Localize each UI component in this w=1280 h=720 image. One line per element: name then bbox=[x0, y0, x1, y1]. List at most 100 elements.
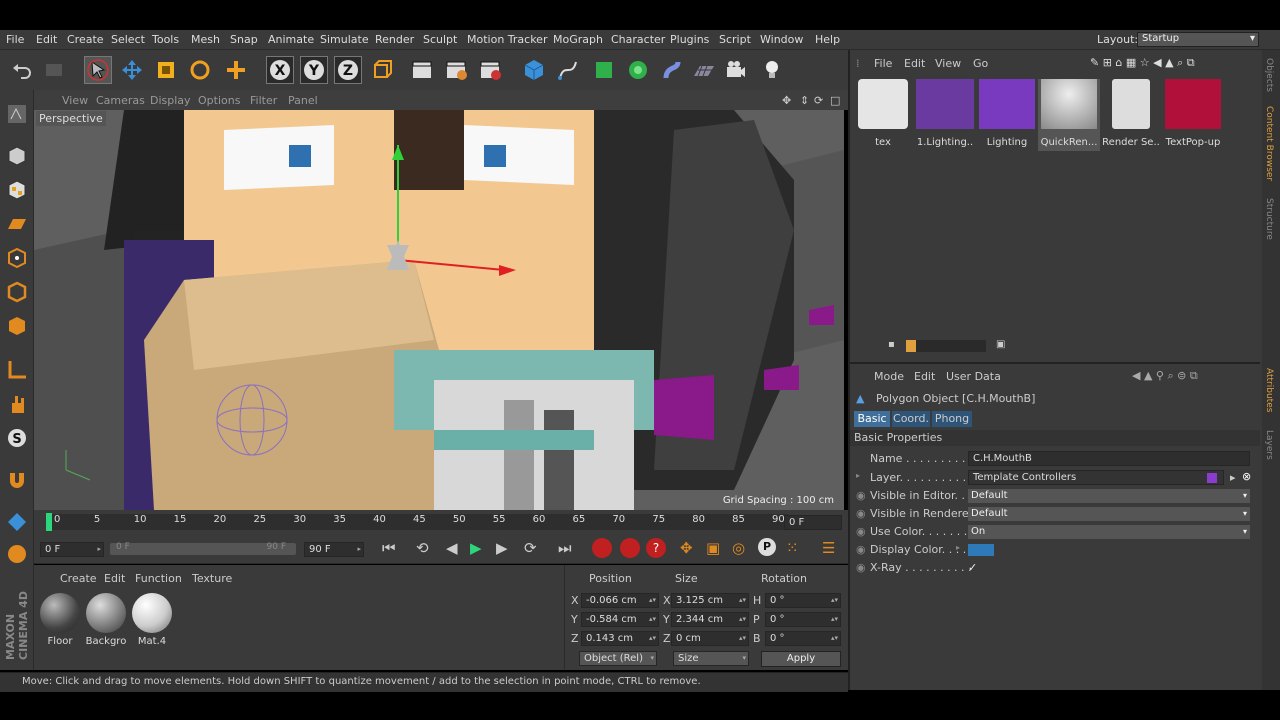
animation-dot-icon[interactable]: ◉ bbox=[856, 507, 866, 520]
menu-simulate[interactable]: Simulate bbox=[320, 33, 369, 46]
render-settings-button[interactable] bbox=[476, 56, 504, 84]
rotation-b-field[interactable]: 0 ° ▴▾ bbox=[765, 631, 841, 646]
axis-mode-button[interactable] bbox=[3, 356, 31, 384]
cb-menu-view[interactable]: View bbox=[935, 57, 961, 70]
viewport-menu-panel[interactable]: Panel bbox=[288, 94, 318, 107]
tab-phong[interactable]: Phong bbox=[932, 411, 972, 427]
menu-plugins[interactable]: Plugins bbox=[670, 33, 709, 46]
apply-button[interactable]: Apply bbox=[761, 651, 841, 667]
rotate-view-icon[interactable]: ⟳ bbox=[814, 94, 823, 107]
attr-menu-user-data[interactable]: User Data bbox=[946, 370, 1001, 383]
thumbnail-size-slider[interactable] bbox=[906, 340, 986, 352]
autokey-button[interactable] bbox=[620, 538, 640, 558]
large-thumbnail-icon[interactable]: ▣ bbox=[996, 339, 1008, 351]
rotate-tool-button[interactable] bbox=[186, 56, 214, 84]
make-editable-button[interactable] bbox=[3, 100, 31, 128]
side-tab-attributes[interactable]: Attributes bbox=[1264, 368, 1274, 412]
light-button[interactable] bbox=[758, 56, 786, 84]
menu-tools[interactable]: Tools bbox=[152, 33, 179, 46]
menu-animate[interactable]: Animate bbox=[268, 33, 314, 46]
layer-arrow-icon[interactable]: ▸ bbox=[1230, 471, 1236, 484]
use-color-select[interactable]: On ▾ bbox=[968, 525, 1250, 539]
model-mode-button[interactable] bbox=[3, 142, 31, 170]
side-tab-objects[interactable]: Objects bbox=[1264, 58, 1274, 92]
record-button[interactable] bbox=[592, 538, 612, 558]
cb-item-render-settings[interactable]: Render Se.. bbox=[1100, 79, 1162, 151]
size-mode-select[interactable]: Size ▾ bbox=[673, 651, 749, 666]
position-y-field[interactable]: -0.584 cm ▴▾ bbox=[581, 612, 659, 627]
points-mode-button[interactable] bbox=[3, 244, 31, 272]
menu-window[interactable]: Window bbox=[760, 33, 803, 46]
size-x-field[interactable]: 3.125 cm ▴▾ bbox=[671, 593, 749, 608]
material-item-floor[interactable]: Floor bbox=[37, 590, 83, 647]
render-region-button[interactable] bbox=[442, 56, 470, 84]
layer-clear-icon[interactable]: ⊗ bbox=[1242, 470, 1251, 483]
prev-key-button[interactable]: ⟲ bbox=[416, 539, 429, 557]
animation-dot-icon[interactable]: ◉ bbox=[856, 525, 866, 538]
key-pla-icon[interactable]: ⁙ bbox=[786, 539, 799, 557]
viewport-menu-view[interactable]: View bbox=[62, 94, 88, 107]
menu-script[interactable]: Script bbox=[719, 33, 751, 46]
animation-dot-icon[interactable]: ◉ bbox=[856, 543, 866, 556]
go-to-end-button[interactable]: ⏭ bbox=[558, 539, 572, 557]
coordinate-system-button[interactable] bbox=[368, 56, 396, 84]
rotation-h-field[interactable]: 0 ° ▴▾ bbox=[765, 593, 841, 608]
cb-menu-edit[interactable]: Edit bbox=[904, 57, 925, 70]
play-button[interactable]: ▶ bbox=[470, 539, 482, 557]
size-z-field[interactable]: 0 cm ▴▾ bbox=[671, 631, 749, 646]
thumbnail-size-handle[interactable] bbox=[906, 340, 916, 352]
camera-button[interactable] bbox=[722, 56, 750, 84]
current-frame-field[interactable]: 0 F bbox=[784, 515, 842, 530]
nurbs-button[interactable] bbox=[590, 56, 618, 84]
cb-toolbar-icons[interactable]: ✎ ⊞ ⌂ ▦ ☆ ◀ ▲ ⌕ ⧉ bbox=[1090, 56, 1195, 70]
start-frame-field[interactable]: 0 F ▸ bbox=[40, 542, 104, 557]
end-frame-field[interactable]: 90 F ▸ bbox=[304, 542, 364, 557]
menu-motion-tracker[interactable]: Motion Tracker bbox=[467, 33, 547, 46]
maximize-view-icon[interactable]: □ bbox=[830, 94, 840, 107]
undo-button[interactable] bbox=[8, 56, 36, 84]
cb-item-lighting-1[interactable]: 1.Lighting.. bbox=[914, 79, 976, 151]
tweak-mode-button[interactable] bbox=[3, 390, 31, 418]
menu-select[interactable]: Select bbox=[111, 33, 145, 46]
deformer-button[interactable] bbox=[658, 56, 686, 84]
cb-menu-go[interactable]: Go bbox=[973, 57, 988, 70]
magnet-button[interactable] bbox=[3, 466, 31, 494]
menu-mograph[interactable]: MoGraph bbox=[553, 33, 603, 46]
pan-view-icon[interactable]: ✥ bbox=[782, 94, 791, 107]
x-axis-button[interactable]: X bbox=[266, 56, 294, 84]
material-item-mat4[interactable]: Mat.4 bbox=[129, 590, 175, 647]
menu-help[interactable]: Help bbox=[815, 33, 840, 46]
z-axis-button[interactable]: Z bbox=[334, 56, 362, 84]
cb-item-textpopup[interactable]: TextPop-up bbox=[1162, 79, 1224, 151]
menu-create[interactable]: Create bbox=[67, 33, 104, 46]
tab-basic[interactable]: Basic bbox=[854, 411, 890, 427]
polygons-mode-button[interactable] bbox=[3, 312, 31, 340]
key-rotation-icon[interactable]: ◎ bbox=[732, 539, 745, 557]
key-position-icon[interactable]: ✥ bbox=[680, 539, 693, 557]
prev-frame-button[interactable]: ◀ bbox=[446, 539, 458, 557]
material-menu-edit[interactable]: Edit bbox=[104, 572, 125, 585]
layout-select[interactable]: Startup ▾ bbox=[1137, 32, 1259, 47]
scale-tool-button[interactable] bbox=[152, 56, 180, 84]
menu-edit[interactable]: Edit bbox=[36, 33, 57, 46]
environment-button[interactable] bbox=[690, 56, 718, 84]
tab-coord[interactable]: Coord. bbox=[892, 411, 930, 427]
cube-primitive-button[interactable] bbox=[520, 56, 548, 84]
python-button[interactable] bbox=[3, 540, 31, 568]
animation-dot-icon[interactable]: ◉ bbox=[856, 561, 866, 574]
cb-item-tex[interactable]: tex bbox=[852, 79, 914, 151]
viewport-menu-display[interactable]: Display bbox=[150, 94, 191, 107]
workplane-button[interactable] bbox=[3, 210, 31, 238]
perspective-viewport[interactable]: Perspective Grid Spacing : 100 cm bbox=[34, 110, 844, 510]
timeline-playhead[interactable] bbox=[46, 513, 52, 531]
menu-render[interactable]: Render bbox=[375, 33, 414, 46]
cb-item-quickrender[interactable]: QuickRen... bbox=[1038, 79, 1100, 151]
small-thumbnail-icon[interactable]: ▪ bbox=[888, 339, 900, 351]
next-frame-button[interactable]: ▶ bbox=[496, 539, 508, 557]
expand-arrow-icon[interactable]: ▸ bbox=[956, 543, 960, 552]
display-color-swatch[interactable] bbox=[968, 544, 994, 556]
menu-file[interactable]: File bbox=[6, 33, 24, 46]
side-tab-content-browser[interactable]: Content Browser bbox=[1264, 106, 1274, 181]
edges-mode-button[interactable] bbox=[3, 278, 31, 306]
spline-button[interactable] bbox=[554, 56, 582, 84]
